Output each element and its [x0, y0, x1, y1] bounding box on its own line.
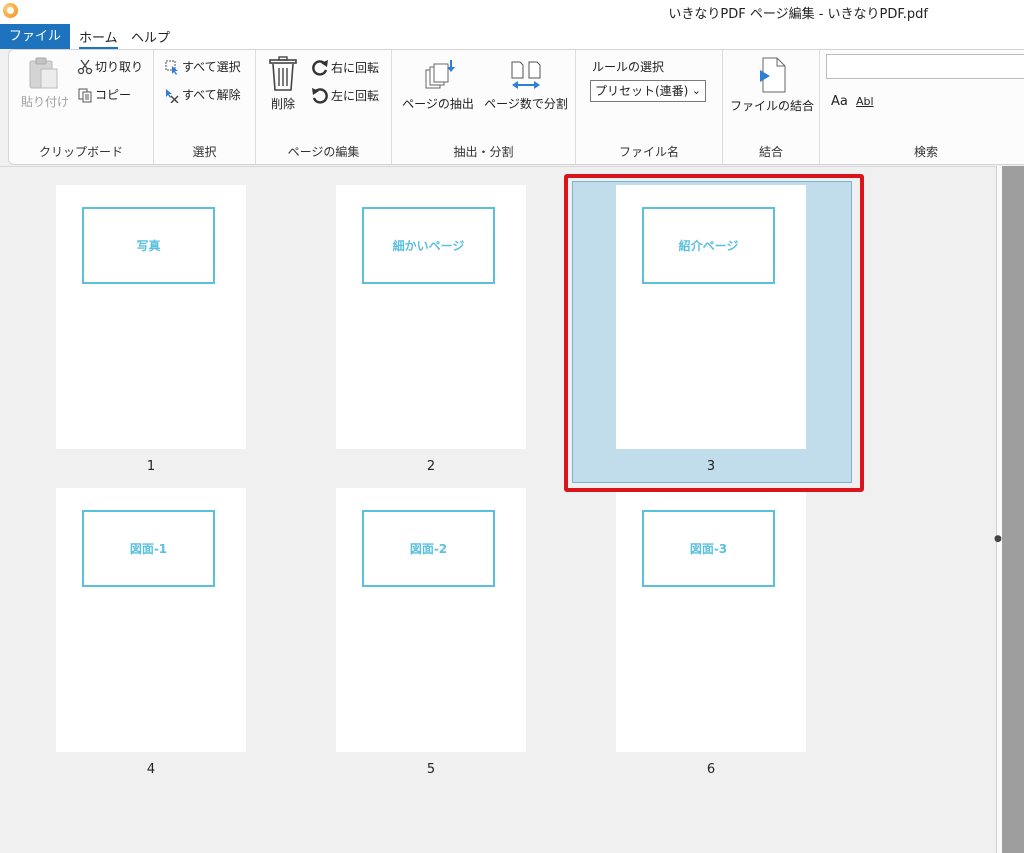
group-label-search: 検索 — [913, 145, 938, 159]
extract-pages-label: ページの抽出 — [402, 97, 474, 111]
combine-files-label: ファイルの結合 — [729, 99, 814, 113]
page-number-2: 2 — [426, 459, 436, 474]
page-title-box: 図面-3 — [642, 510, 775, 587]
splitter-handle-icon[interactable]: ● — [994, 534, 1002, 544]
red-highlight-outline — [564, 174, 864, 492]
rule-select-value: プリセット(連番) — [595, 84, 689, 98]
select-all-icon — [165, 60, 178, 75]
trash-icon — [269, 56, 297, 91]
split-by-pages-label: ページ数で分割 — [484, 97, 568, 111]
page-number-6: 6 — [706, 762, 716, 777]
page-title-box: 細かいページ — [362, 207, 495, 284]
split-by-pages-button[interactable]: ページ数で分割 — [484, 58, 568, 112]
whole-word-toggle[interactable]: Abl — [856, 95, 874, 108]
page-thumbnail-5[interactable]: 図面-2 — [336, 488, 526, 752]
group-label-select: 選択 — [192, 145, 217, 159]
group-label-extract-split: 抽出・分割 — [453, 145, 514, 159]
rule-select-label: ルールの選択 — [592, 60, 665, 74]
side-panel-bar — [1002, 166, 1024, 853]
group-label-filename: ファイル名 — [618, 145, 679, 159]
cut-label: 切り取り — [95, 60, 144, 74]
combine-files-button[interactable]: ファイルの結合 — [729, 56, 815, 114]
combine-file-icon — [760, 57, 786, 93]
rotate-left-icon — [312, 88, 328, 104]
chevron-down-icon: ⌄ — [691, 84, 701, 97]
menu-file[interactable]: ファイル — [0, 24, 70, 49]
group-page-edit: 削除 右に回転 左に回転 ページの編集 — [256, 50, 392, 164]
ribbon: 貼り付け 切り取り コピー クリップボード すべて選択 すべて解除 選択 削除 … — [8, 49, 1024, 165]
page-title-box: 写真 — [82, 207, 215, 284]
menu-help[interactable]: ヘルプ — [131, 27, 170, 46]
delete-label: 削除 — [270, 97, 295, 111]
group-combine: ファイルの結合 結合 — [723, 50, 820, 164]
menu-home[interactable]: ホーム — [79, 27, 118, 49]
deselect-all-label: すべて解除 — [182, 88, 241, 102]
page-thumbnail-1[interactable]: 写真 — [56, 185, 246, 449]
page-title-box: 図面-2 — [362, 510, 495, 587]
clipboard-icon — [29, 57, 58, 89]
page-thumbnail-6[interactable]: 図面-3 — [616, 488, 806, 752]
page-number-1: 1 — [146, 459, 156, 474]
rule-select-dropdown[interactable]: プリセット(連番) ⌄ — [590, 80, 706, 102]
copy-button[interactable]: コピー — [77, 86, 131, 103]
extract-pages-icon — [425, 60, 455, 89]
page-number-5: 5 — [426, 762, 436, 777]
select-all-label: すべて選択 — [182, 60, 241, 74]
rotate-right-label: 右に回転 — [331, 60, 380, 75]
group-label-page-edit: ページの編集 — [287, 145, 360, 159]
deselect-all-button[interactable]: すべて解除 — [164, 86, 241, 103]
copy-label: コピー — [95, 88, 132, 102]
title-bar: いきなりPDF ページ編集 - いきなりPDF.pdf — [0, 0, 1024, 22]
page-number-4: 4 — [146, 762, 156, 777]
scissors-icon — [77, 59, 93, 74]
group-search: Aa Abl 検索 — [820, 50, 1024, 164]
page-title-box: 図面-1 — [82, 510, 215, 587]
delete-button[interactable]: 削除 — [266, 56, 300, 112]
paste-button[interactable]: 貼り付け — [21, 56, 70, 110]
group-label-clipboard: クリップボード — [38, 145, 123, 159]
search-input[interactable] — [826, 54, 1024, 79]
select-all-button[interactable]: すべて選択 — [164, 58, 241, 75]
rotate-right-button[interactable]: 右に回転 — [310, 58, 379, 76]
rotate-left-button[interactable]: 左に回転 — [310, 86, 379, 104]
page-thumbnail-4[interactable]: 図面-1 — [56, 488, 246, 752]
copy-icon — [78, 88, 92, 102]
split-pages-icon — [511, 61, 541, 89]
deselect-icon — [166, 88, 179, 103]
group-extract-split: ページの抽出 ページ数で分割 抽出・分割 — [392, 50, 576, 164]
rotate-right-icon — [312, 60, 328, 76]
extract-pages-button[interactable]: ページの抽出 — [400, 58, 476, 112]
group-label-combine: 結合 — [758, 145, 783, 159]
paste-label: 貼り付け — [21, 95, 70, 109]
cut-button[interactable]: 切り取り — [77, 58, 143, 75]
group-filename: ルールの選択 プリセット(連番) ⌄ ファイル名 — [576, 50, 723, 164]
match-case-toggle[interactable]: Aa — [831, 94, 848, 109]
rotate-left-label: 左に回転 — [331, 88, 380, 103]
menu-bar: ファイル ホーム ヘルプ — [0, 22, 1024, 49]
app-logo-icon — [3, 3, 18, 18]
group-clipboard: 貼り付け 切り取り コピー クリップボード — [9, 50, 154, 164]
window-title: いきなりPDF ページ編集 - いきなりPDF.pdf — [668, 7, 928, 22]
panel-splitter[interactable]: ● — [994, 166, 1024, 853]
group-select: すべて選択 すべて解除 選択 — [154, 50, 256, 164]
page-thumbnail-2[interactable]: 細かいページ — [336, 185, 526, 449]
